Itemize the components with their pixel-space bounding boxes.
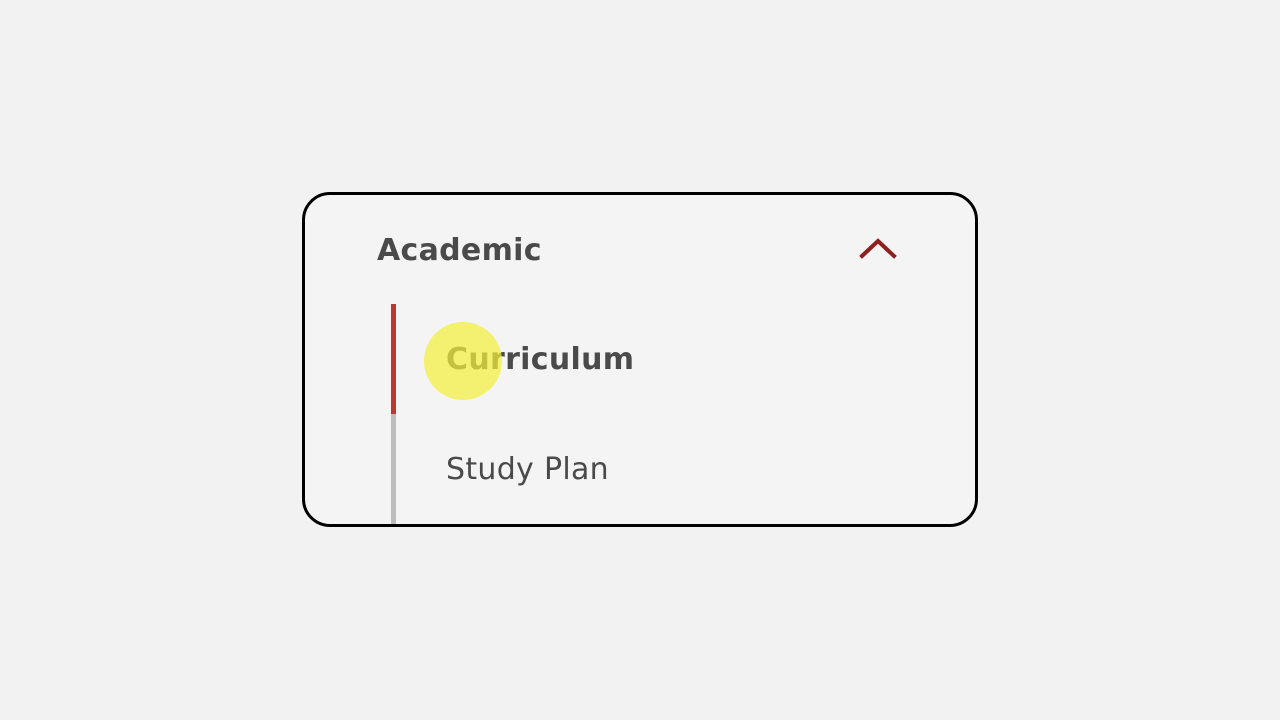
indicator-bar bbox=[391, 414, 396, 524]
active-indicator-bar bbox=[391, 304, 396, 414]
submenu-item-study-plan[interactable]: Study Plan bbox=[391, 414, 891, 524]
submenu-item-curriculum[interactable]: Curriculum bbox=[391, 304, 891, 414]
chevron-up-icon[interactable] bbox=[858, 231, 898, 261]
submenu-list: Curriculum Study Plan bbox=[391, 304, 891, 524]
accordion-card: Academic Curriculum Study Plan bbox=[302, 192, 978, 527]
submenu-item-label: Curriculum bbox=[446, 342, 635, 377]
section-title: Academic bbox=[377, 233, 542, 268]
accordion-header-academic[interactable]: Academic bbox=[305, 195, 975, 305]
submenu-item-label: Study Plan bbox=[446, 452, 609, 487]
